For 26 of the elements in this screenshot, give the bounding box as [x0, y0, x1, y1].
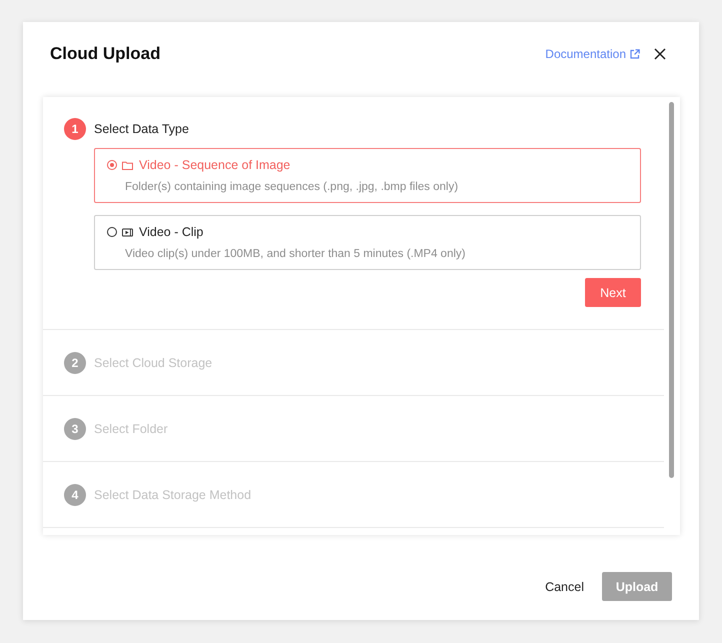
documentation-link[interactable]: Documentation: [545, 47, 640, 61]
external-link-icon: [630, 49, 640, 59]
step-number-badge: 1: [64, 118, 86, 140]
step-number-badge: 2: [64, 352, 86, 374]
option-description: Folder(s) containing image sequences (.png, .jpg, .bmp files only): [125, 180, 460, 195]
close-icon: [654, 48, 666, 60]
option-label: Video - Clip: [139, 224, 204, 240]
step-title: Select Folder: [94, 422, 168, 436]
cancel-button[interactable]: Cancel: [543, 572, 586, 601]
step-number-badge: 3: [64, 418, 86, 440]
step-title: Select Data Storage Method: [94, 488, 252, 502]
folder-icon: [122, 160, 133, 170]
option-card[interactable]: Video - Sequence of Image Folder(s) containing image sequences (.png, .jpg, .bmp files only): [94, 148, 641, 203]
step-title: Select Data Type: [94, 122, 189, 136]
option-description: Video clip(s) under 100MB, and shorter than 5 minutes (.MP4 only): [125, 247, 466, 262]
video-icon: [122, 228, 133, 236]
next-button[interactable]: Next: [585, 278, 641, 307]
dialog-title: Cloud Upload: [50, 43, 160, 65]
radio-button[interactable]: [107, 160, 117, 170]
option-card[interactable]: Video - Clip Video clip(s) under 100MB, and shorter than 5 minutes (.MP4 only): [94, 215, 641, 270]
step-number-badge: 4: [64, 484, 86, 506]
scrollbar-thumb[interactable]: [669, 102, 674, 478]
step-title: Select Cloud Storage: [94, 356, 212, 370]
close-button[interactable]: [654, 48, 666, 60]
option-label: Video - Sequence of Image: [139, 157, 290, 173]
radio-button[interactable]: [107, 227, 117, 237]
